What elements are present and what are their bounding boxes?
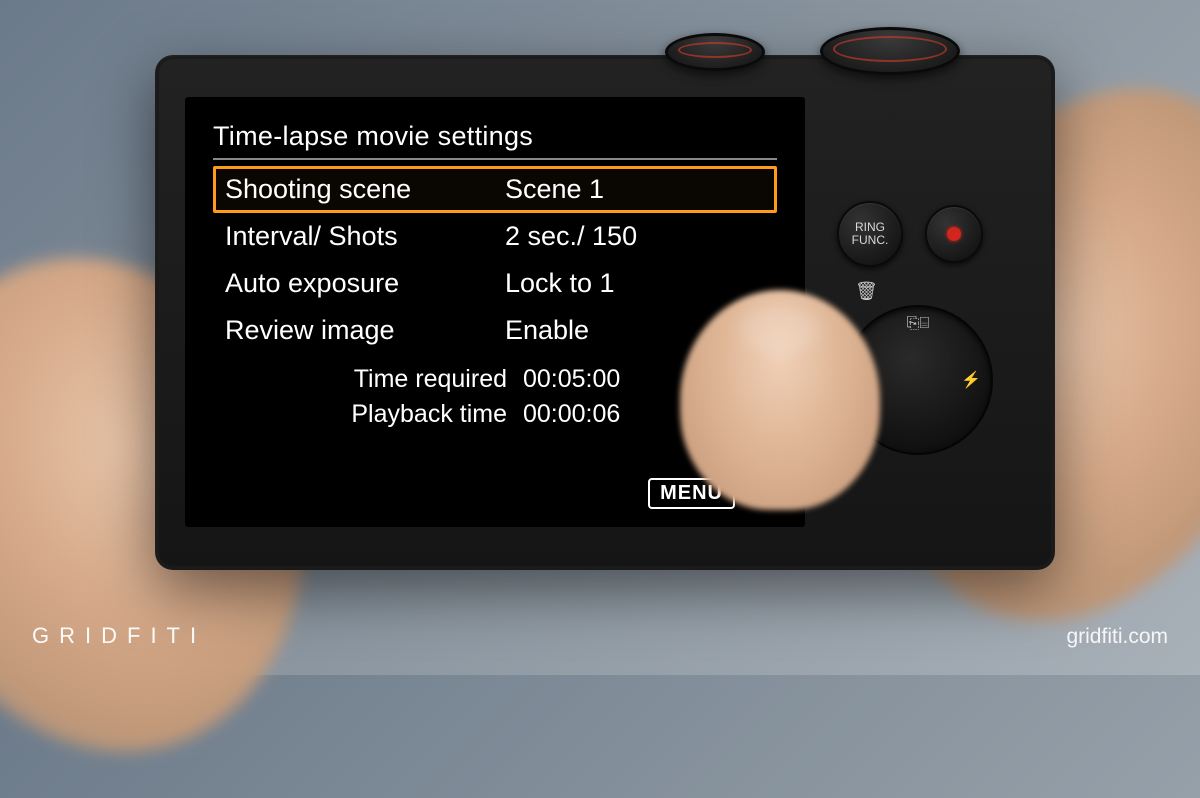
mode-dial-large[interactable] [820, 27, 960, 75]
trash-icon: 🗑 [855, 281, 878, 302]
summary-label: Time required [213, 365, 523, 394]
menu-item-shooting-scene[interactable]: Shooting scene Scene 1 [213, 166, 777, 213]
summary-value: 00:05:00 [523, 365, 620, 394]
menu-item-label: Auto exposure [225, 268, 505, 299]
menu-item-interval-shots[interactable]: Interval/ Shots 2 sec./ 150 [213, 213, 777, 260]
menu-item-value: Scene 1 [505, 174, 765, 205]
summary-value: 00:00:06 [523, 400, 620, 429]
menu-item-label: Interval/ Shots [225, 221, 505, 252]
menu-item-value: 2 sec./ 150 [505, 221, 765, 252]
camera-body: Time-lapse movie settings Shooting scene… [155, 55, 1055, 570]
thumb [680, 290, 880, 510]
menu-item-value: Lock to 1 [505, 268, 765, 299]
menu-item-label: Shooting scene [225, 174, 505, 205]
watermark-brand: GRIDFITI [32, 623, 206, 649]
wheel-flash-icon: ⚡ [961, 370, 981, 390]
mode-dial-small[interactable] [665, 33, 765, 71]
watermark-url: gridfiti.com [1066, 625, 1168, 649]
menu-item-auto-exposure[interactable]: Auto exposure Lock to 1 [213, 260, 777, 307]
menu-title: Time-lapse movie settings [213, 121, 777, 160]
record-dot-icon [947, 227, 961, 241]
ring-func-label: RING FUNC. [852, 221, 889, 247]
menu-item-label: Review image [225, 315, 505, 346]
record-button[interactable] [925, 205, 983, 263]
ring-func-button[interactable]: RING FUNC. [837, 201, 903, 267]
menu-rows: Shooting scene Scene 1 Interval/ Shots 2… [213, 166, 777, 354]
wheel-top-icon: ⎘⌸ [907, 315, 929, 333]
summary-label: Playback time [213, 400, 523, 429]
